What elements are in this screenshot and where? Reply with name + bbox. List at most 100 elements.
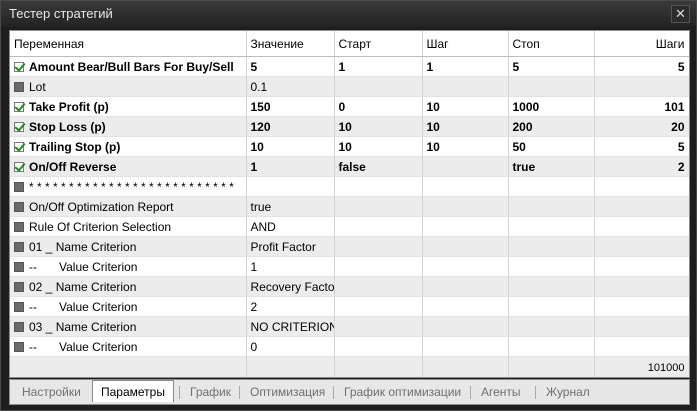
table-row[interactable]: Trailing Stop (p) 10 10 10 50 5: [10, 136, 689, 157]
table-row[interactable]: Take Profit (p) 150 0 10 1000 101: [10, 96, 689, 117]
checkbox-checked-icon[interactable]: [14, 101, 24, 112]
tab-2[interactable]: График: [182, 383, 239, 402]
checkbox-unchecked-icon[interactable]: [14, 341, 24, 352]
column-header-step[interactable]: Шаг: [422, 31, 509, 57]
cell-step[interactable]: [422, 176, 509, 197]
cell-stop[interactable]: true: [508, 156, 595, 177]
cell-value[interactable]: 0.1: [246, 76, 335, 97]
cell-start[interactable]: [334, 216, 423, 237]
cell-start[interactable]: 1: [334, 56, 423, 77]
cell-stop[interactable]: [508, 336, 595, 357]
checkbox-unchecked-icon[interactable]: [14, 181, 24, 192]
close-icon[interactable]: ✕: [671, 5, 690, 23]
cell-stop[interactable]: 1000: [508, 96, 595, 117]
table-row[interactable]: 02 _ Name Criterion Recovery Factor: [10, 276, 689, 297]
column-header-value[interactable]: Значение: [246, 31, 335, 57]
checkbox-unchecked-icon[interactable]: [14, 241, 24, 252]
cell-start[interactable]: 10: [334, 136, 423, 157]
cell-stop[interactable]: 200: [508, 116, 595, 137]
cell-value[interactable]: 1: [246, 256, 335, 277]
cell-stop[interactable]: [508, 176, 595, 197]
checkbox-unchecked-icon[interactable]: [14, 301, 24, 312]
table-row[interactable]: Rule Of Criterion Selection AND: [10, 216, 689, 237]
checkbox-checked-icon[interactable]: [14, 161, 24, 172]
cell-step[interactable]: [422, 316, 509, 337]
cell-step[interactable]: [422, 256, 509, 277]
cell-start[interactable]: [334, 256, 423, 277]
cell-value[interactable]: AND: [246, 216, 335, 237]
cell-variable[interactable]: 01 _ Name Criterion: [10, 236, 247, 257]
cell-stop[interactable]: [508, 276, 595, 297]
cell-value[interactable]: true: [246, 196, 335, 217]
column-header-start[interactable]: Старт: [334, 31, 423, 57]
cell-step[interactable]: [422, 196, 509, 217]
cell-step[interactable]: [422, 276, 509, 297]
title-bar[interactable]: Тестер стратегий ✕: [1, 1, 696, 27]
cell-stop[interactable]: [508, 236, 595, 257]
cell-value[interactable]: 2: [246, 296, 335, 317]
cell-variable[interactable]: 03 _ Name Criterion: [10, 316, 247, 337]
cell-stop[interactable]: 5: [508, 56, 595, 77]
cell-variable[interactable]: On/Off Optimization Report: [10, 196, 247, 217]
tab-4[interactable]: График оптимизации: [336, 383, 469, 402]
table-row[interactable]: 03 _ Name Criterion NO CRITERION: [10, 316, 689, 337]
table-row[interactable]: On/Off Optimization Report true: [10, 196, 689, 217]
table-row[interactable]: -- Value Criterion 2: [10, 296, 689, 317]
column-header-stop[interactable]: Стоп: [508, 31, 595, 57]
table-row[interactable]: Stop Loss (p) 120 10 10 200 20: [10, 116, 689, 137]
cell-variable[interactable]: Take Profit (p): [10, 96, 247, 117]
cell-variable[interactable]: Lot: [10, 76, 247, 97]
table-row[interactable]: -- Value Criterion 1: [10, 256, 689, 277]
cell-start[interactable]: 10: [334, 116, 423, 137]
cell-step[interactable]: 10: [422, 136, 509, 157]
tab-0[interactable]: Настройки: [14, 383, 89, 402]
cell-start[interactable]: [334, 276, 423, 297]
cell-stop[interactable]: 50: [508, 136, 595, 157]
cell-value[interactable]: 1: [246, 156, 335, 177]
cell-start[interactable]: [334, 176, 423, 197]
cell-step[interactable]: 1: [422, 56, 509, 77]
cell-value[interactable]: 10: [246, 136, 335, 157]
cell-start[interactable]: [334, 296, 423, 317]
checkbox-unchecked-icon[interactable]: [14, 321, 24, 332]
cell-variable[interactable]: Stop Loss (p): [10, 116, 247, 137]
cell-start[interactable]: false: [334, 156, 423, 177]
checkbox-unchecked-icon[interactable]: [14, 201, 24, 212]
checkbox-checked-icon[interactable]: [14, 121, 24, 132]
cell-stop[interactable]: [508, 296, 595, 317]
cell-step[interactable]: [422, 296, 509, 317]
cell-value[interactable]: 0: [246, 336, 335, 357]
cell-start[interactable]: [334, 236, 423, 257]
cell-variable[interactable]: Trailing Stop (p): [10, 136, 247, 157]
cell-stop[interactable]: [508, 196, 595, 217]
cell-value[interactable]: Profit Factor: [246, 236, 335, 257]
cell-value[interactable]: 5: [246, 56, 335, 77]
checkbox-unchecked-icon[interactable]: [14, 261, 24, 272]
checkbox-checked-icon[interactable]: [14, 141, 24, 152]
cell-variable[interactable]: -- Value Criterion: [10, 336, 247, 357]
checkbox-checked-icon[interactable]: [14, 61, 24, 72]
cell-start[interactable]: [334, 336, 423, 357]
cell-start[interactable]: [334, 316, 423, 337]
cell-start[interactable]: [334, 196, 423, 217]
column-header-steps[interactable]: Шаги: [594, 31, 689, 57]
table-row[interactable]: Lot 0.1: [10, 76, 689, 97]
cell-value[interactable]: 120: [246, 116, 335, 137]
cell-step[interactable]: 10: [422, 96, 509, 117]
table-row[interactable]: -- Value Criterion 0: [10, 336, 689, 357]
checkbox-unchecked-icon[interactable]: [14, 281, 24, 292]
tab-5[interactable]: Агенты: [473, 383, 529, 402]
table-row[interactable]: Amount Bear/Bull Bars For Buy/Sell 5 1 1 5 5: [10, 56, 689, 77]
cell-start[interactable]: [334, 76, 423, 97]
cell-step[interactable]: 10: [422, 116, 509, 137]
cell-value[interactable]: Recovery Factor: [246, 276, 335, 297]
cell-variable[interactable]: -- Value Criterion: [10, 256, 247, 277]
cell-step[interactable]: [422, 156, 509, 177]
cell-variable[interactable]: On/Off Reverse: [10, 156, 247, 177]
table-row[interactable]: On/Off Reverse 1 false true 2: [10, 156, 689, 177]
cell-value[interactable]: NO CRITERION: [246, 316, 335, 337]
cell-stop[interactable]: [508, 216, 595, 237]
cell-variable[interactable]: Amount Bear/Bull Bars For Buy/Sell: [10, 56, 247, 77]
cell-value[interactable]: 150: [246, 96, 335, 117]
table-row[interactable]: * * * * * * * * * * * * * * * * * * * * …: [10, 176, 689, 197]
